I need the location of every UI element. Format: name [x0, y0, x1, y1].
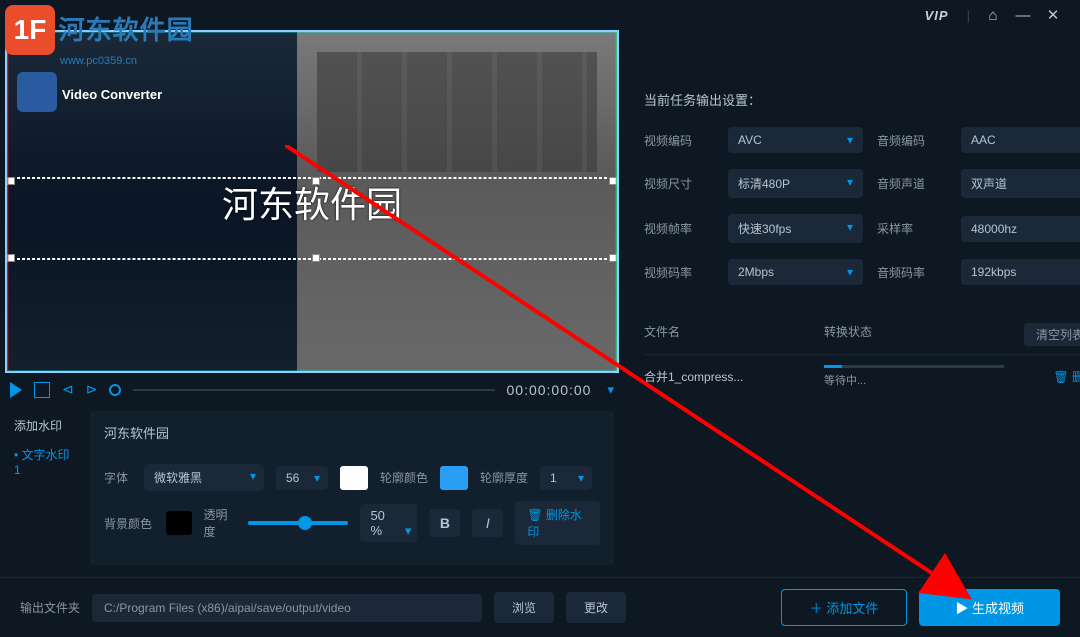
- preview-app-text: Video Converter: [62, 87, 162, 102]
- timecode-dropdown-icon[interactable]: ▾: [607, 382, 614, 398]
- browse-button[interactable]: 浏览: [494, 592, 554, 623]
- file-status-text: 等待中...: [824, 375, 866, 387]
- outline-width-label: 轮廓厚度: [480, 469, 528, 486]
- seek-bar[interactable]: [133, 389, 494, 391]
- font-color-picker[interactable]: [340, 466, 368, 490]
- watermark-site-name: 河东软件园: [59, 15, 194, 45]
- col-status: 转换状态: [824, 323, 1024, 346]
- bg-color-label: 背景颜色: [104, 515, 154, 532]
- font-label: 字体: [104, 469, 132, 486]
- italic-button[interactable]: I: [472, 509, 503, 537]
- abit-label: 音频码率: [877, 264, 947, 281]
- arate-select[interactable]: 48000hz: [961, 216, 1080, 242]
- watermark-badge: 1F: [5, 5, 55, 55]
- tab-add-watermark[interactable]: 添加水印: [10, 411, 80, 440]
- bg-color-picker[interactable]: [166, 511, 192, 535]
- arate-label: 采样率: [877, 220, 947, 237]
- vfps-select[interactable]: 快速30fps: [728, 214, 863, 243]
- achan-select[interactable]: 双声道: [961, 169, 1080, 198]
- timecode: 00:00:00:00: [507, 382, 592, 398]
- close-icon[interactable]: ✕: [1038, 6, 1068, 24]
- achan-label: 音频声道: [877, 175, 947, 192]
- vsize-label: 视频尺寸: [644, 175, 714, 192]
- playback-controls: ⊲ ⊳ 00:00:00:00 ▾: [0, 373, 624, 406]
- file-row: 合并1_compress... 等待中... 🗑 删除: [644, 355, 1080, 398]
- next-frame-icon[interactable]: ⊳: [86, 381, 98, 398]
- delete-watermark-button[interactable]: 🗑 删除水印: [515, 501, 600, 545]
- file-progress: [824, 365, 1004, 368]
- vbit-select[interactable]: 2Mbps: [728, 259, 863, 285]
- generate-video-button[interactable]: ▶ 生成视频: [919, 589, 1060, 626]
- change-button[interactable]: 更改: [566, 592, 626, 623]
- bold-button[interactable]: B: [429, 509, 460, 537]
- outline-color-label: 轮廓颜色: [380, 469, 428, 486]
- play-icon[interactable]: [10, 382, 22, 398]
- vsize-select[interactable]: 标清480P: [728, 169, 863, 198]
- output-folder-label: 输出文件夹: [20, 599, 80, 616]
- font-select[interactable]: 微软雅黑: [144, 464, 264, 491]
- vip-badge[interactable]: VIP: [925, 8, 949, 23]
- opacity-value[interactable]: 50 %: [360, 504, 417, 542]
- watermark-url: www.pc0359.cn: [60, 55, 194, 67]
- acodec-label: 音频编码: [877, 132, 947, 149]
- opacity-slider[interactable]: [248, 521, 348, 525]
- seek-handle[interactable]: [109, 384, 121, 396]
- home-icon[interactable]: ⌂: [978, 7, 1008, 24]
- opacity-label: 透明度: [204, 506, 237, 540]
- output-path-field[interactable]: C:/Program Files (x86)/aipai/save/output…: [92, 594, 482, 622]
- file-delete-button[interactable]: 🗑 删除: [1053, 368, 1080, 385]
- vfps-label: 视频帧率: [644, 220, 714, 237]
- file-name: 合并1_compress...: [644, 368, 824, 385]
- abit-select[interactable]: 192kbps: [961, 259, 1080, 285]
- font-size-select[interactable]: 56: [276, 466, 328, 490]
- source-watermark: 1F 河东软件园 www.pc0359.cn: [5, 5, 194, 67]
- tab-text-watermark-1[interactable]: 文字水印1: [10, 440, 80, 483]
- watermark-text-input[interactable]: [104, 421, 600, 444]
- add-file-button[interactable]: ＋ 添加文件: [781, 589, 908, 626]
- vcodec-label: 视频编码: [644, 132, 714, 149]
- output-settings-title: 当前任务输出设置：: [644, 90, 1080, 109]
- footer-bar: 输出文件夹 C:/Program Files (x86)/aipai/save/…: [0, 577, 1080, 637]
- outline-width-select[interactable]: 1: [540, 466, 592, 490]
- acodec-select[interactable]: AAC: [961, 127, 1080, 153]
- clear-list-button[interactable]: 清空列表: [1024, 323, 1080, 346]
- stop-icon[interactable]: [34, 382, 50, 398]
- prev-frame-icon[interactable]: ⊲: [62, 381, 74, 398]
- video-preview[interactable]: Video Converter 河东软件园: [5, 30, 619, 373]
- vbit-label: 视频码率: [644, 264, 714, 281]
- vcodec-select[interactable]: AVC: [728, 127, 863, 153]
- minimize-icon[interactable]: —: [1008, 7, 1038, 24]
- outline-color-picker[interactable]: [440, 466, 468, 490]
- col-filename: 文件名: [644, 323, 824, 346]
